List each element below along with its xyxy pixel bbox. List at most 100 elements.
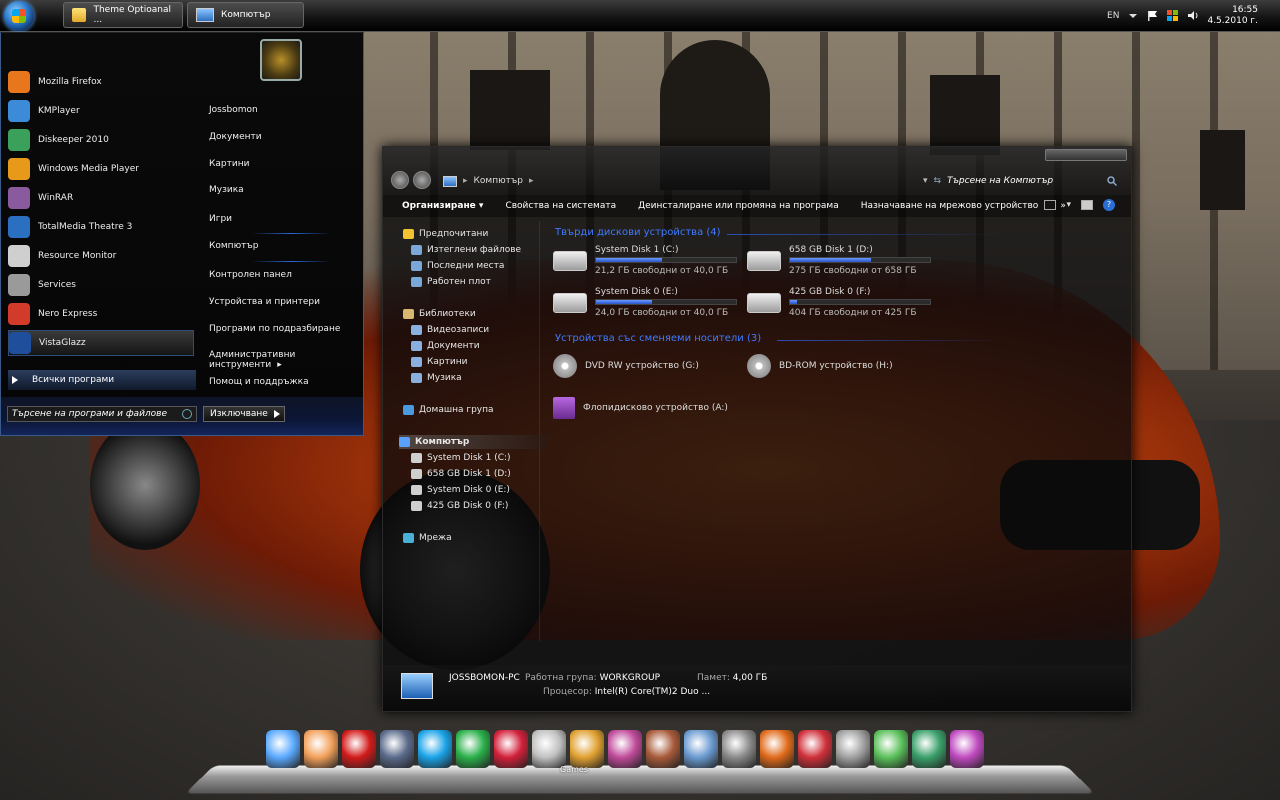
start-link[interactable]: Устройства и принтери xyxy=(209,297,320,307)
drive-item[interactable]: System Disk 0 (E:) 24,0 ГБ свободни от 40… xyxy=(553,287,743,325)
shutdown-options-icon[interactable] xyxy=(274,410,280,418)
start-program-item[interactable]: Nero Express xyxy=(8,301,194,327)
address-bar[interactable]: ▸ Компютър ▸ xyxy=(443,173,903,189)
removable-drive-item[interactable]: DVD RW устройство (G:) xyxy=(553,351,699,381)
explorer-window: ▸ Компютър ▸ ▾ ⇆ Търсене на Компютър Орг… xyxy=(382,146,1132,712)
nav-favorite-item[interactable]: Работен плот xyxy=(411,275,491,289)
hdd-group-header[interactable]: Твърди дискови устройства (4) xyxy=(555,227,721,238)
start-link[interactable]: Музика xyxy=(209,185,244,195)
nav-drive-item[interactable]: System Disk 1 (C:) xyxy=(411,451,511,465)
nav-favorites[interactable]: Предпочитани xyxy=(403,227,488,241)
paint-icon[interactable] xyxy=(608,730,642,768)
system-properties-button[interactable]: Свойства на системата xyxy=(494,201,627,211)
address-chevron-icon[interactable]: ▸ xyxy=(529,176,534,186)
all-programs-button[interactable]: Всички програми xyxy=(8,370,196,390)
cube-icon[interactable] xyxy=(760,730,794,768)
nav-libraries[interactable]: Библиотеки xyxy=(403,307,476,321)
chevron-down-icon[interactable] xyxy=(1127,10,1139,21)
nav-drive-item[interactable]: 658 GB Disk 1 (D:) xyxy=(411,467,511,481)
start-program-item[interactable]: Windows Media Player xyxy=(8,156,194,182)
nav-favorite-item[interactable]: Изтеглени файлове xyxy=(411,243,521,257)
volume-icon[interactable] xyxy=(1187,10,1199,21)
search-icon[interactable] xyxy=(1107,176,1117,186)
start-link[interactable]: Документи xyxy=(209,132,262,142)
start-program-item[interactable]: KMPlayer xyxy=(8,98,194,124)
tools-icon[interactable] xyxy=(836,730,870,768)
network-icon[interactable] xyxy=(1167,10,1179,21)
start-link[interactable]: Контролен панел xyxy=(209,270,292,280)
nav-network[interactable]: Мрежа xyxy=(403,531,452,545)
refresh-icon[interactable]: ⇆ xyxy=(934,176,942,186)
ccleaner-icon[interactable] xyxy=(950,730,984,768)
start-program-item[interactable]: Mozilla Firefox xyxy=(8,69,194,95)
preview-pane-icon[interactable] xyxy=(1081,200,1093,210)
steam-icon[interactable] xyxy=(380,730,414,768)
nav-favorite-item-icon xyxy=(411,261,422,271)
removable-drive-item[interactable]: Флопидисково устройство (A:) xyxy=(553,393,728,423)
map-network-drive-button[interactable]: Назначаване на мрежово устройство xyxy=(850,201,1050,211)
nav-drive-item[interactable]: System Disk 0 (E:) xyxy=(411,483,510,497)
nav-library-item[interactable]: Документи xyxy=(411,339,480,353)
games-icon[interactable] xyxy=(532,730,566,768)
start-link[interactable]: Административни инструменти ▸ xyxy=(209,350,361,370)
gimp-icon[interactable] xyxy=(304,730,338,768)
start-program-item[interactable]: WinRAR xyxy=(8,185,194,211)
start-link[interactable]: Картини xyxy=(209,159,249,169)
computer-icon[interactable] xyxy=(266,730,300,768)
back-button[interactable] xyxy=(391,171,409,189)
clock[interactable]: 16:55 4.5.2010 г. xyxy=(1207,5,1258,27)
recycle-icon[interactable] xyxy=(912,730,946,768)
flag-icon[interactable] xyxy=(1147,10,1159,21)
start-link[interactable]: Игри xyxy=(209,214,232,224)
nav-computer[interactable]: Компютър xyxy=(399,435,547,449)
media-icon[interactable] xyxy=(456,730,490,768)
taskbar-button-theme-folder[interactable]: Theme Optioanal ... xyxy=(63,2,183,28)
dropdown-icon[interactable]: ▾ xyxy=(923,176,928,186)
nav-favorite-item[interactable]: Последни места xyxy=(411,259,504,273)
calendar-icon[interactable] xyxy=(798,730,832,768)
help-icon[interactable]: ? xyxy=(1103,199,1115,211)
nav-library-item[interactable]: Музика xyxy=(411,371,462,385)
nav-library-item[interactable]: Видеозаписи xyxy=(411,323,489,337)
start-program-item[interactable]: Diskeeper 2010 xyxy=(8,127,194,153)
start-program-item[interactable]: Resource Monitor xyxy=(8,243,194,269)
removable-drive-item[interactable]: BD-ROM устройство (H:) xyxy=(747,351,893,381)
drive-item[interactable]: 425 GB Disk 0 (F:) 404 ГБ свободни от 425… xyxy=(747,287,937,325)
organize-menu[interactable]: Организиране ▾ xyxy=(383,201,494,211)
nav-drive-item[interactable]: 425 GB Disk 0 (F:) xyxy=(411,499,508,513)
language-indicator[interactable]: EN xyxy=(1107,11,1119,21)
nav-library-item[interactable]: Картини xyxy=(411,355,467,369)
start-program-item[interactable]: TotalMedia Theatre 3 xyxy=(8,214,194,240)
start-link[interactable]: Jossbomon xyxy=(209,105,258,115)
drive-item[interactable]: System Disk 1 (C:) 21,2 ГБ свободни от 40… xyxy=(553,245,743,283)
change-view-icon[interactable] xyxy=(1044,200,1057,210)
start-search-input[interactable]: Търсене на програми и файлове xyxy=(7,406,197,422)
monitor-icon[interactable] xyxy=(874,730,908,768)
windows-orb-icon xyxy=(12,9,26,23)
camera-icon[interactable] xyxy=(722,730,756,768)
heart-icon[interactable] xyxy=(494,730,528,768)
avatar-icon[interactable] xyxy=(684,730,718,768)
view-dropdown-icon[interactable]: ▾ xyxy=(1066,200,1071,210)
user-picture[interactable] xyxy=(260,39,302,81)
nav-homegroup[interactable]: Домашна група xyxy=(403,403,494,417)
workgroup-label: Работна група: xyxy=(525,673,597,683)
opera-icon[interactable] xyxy=(342,730,376,768)
start-link[interactable]: Компютър xyxy=(209,241,258,251)
taskbar-button-computer[interactable]: Компютър xyxy=(187,2,304,28)
image-icon[interactable] xyxy=(646,730,680,768)
start-program-item[interactable]: Services xyxy=(8,272,194,298)
shutdown-button[interactable]: Изключване xyxy=(203,406,285,422)
window-controls[interactable] xyxy=(1045,149,1127,161)
photo-icon[interactable] xyxy=(570,730,604,768)
skype-icon[interactable] xyxy=(418,730,452,768)
forward-button[interactable] xyxy=(413,171,431,189)
start-link[interactable]: Програми по подразбиране xyxy=(209,324,340,334)
explorer-search-input[interactable]: ▾ ⇆ Търсене на Компютър xyxy=(923,173,1123,189)
uninstall-program-button[interactable]: Деинсталиране или промяна на програма xyxy=(627,201,850,211)
removable-group-header[interactable]: Устройства със сменяеми носители (3) xyxy=(555,333,761,344)
start-button[interactable] xyxy=(4,1,34,31)
start-link[interactable]: Помощ и поддръжка xyxy=(209,377,309,387)
start-program-item[interactable]: VistaGlazz xyxy=(8,330,194,356)
drive-item[interactable]: 658 GB Disk 1 (D:) 275 ГБ свободни от 658… xyxy=(747,245,937,283)
